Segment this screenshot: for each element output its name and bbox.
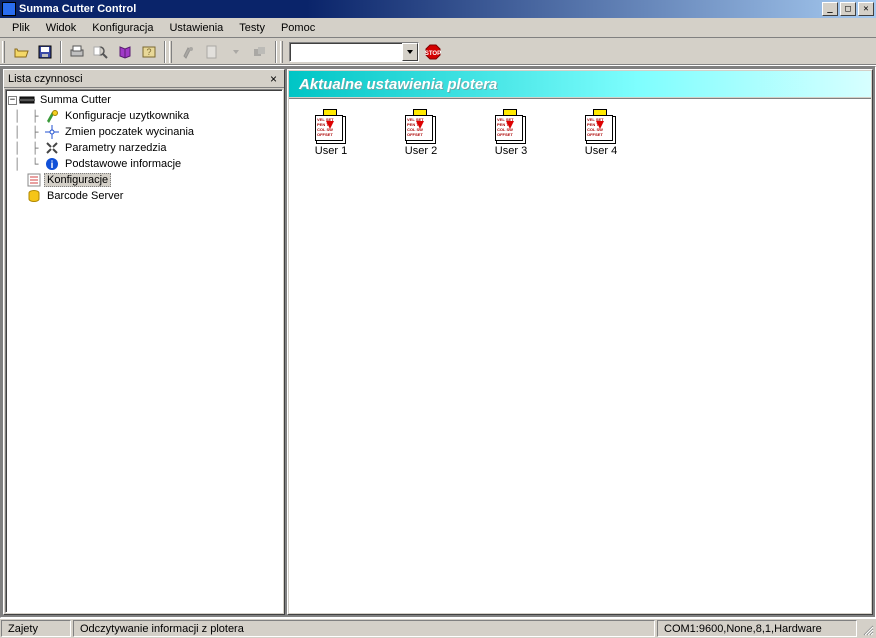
tree-child-2-label: Parametry narzedzia	[62, 141, 170, 155]
collapse-icon[interactable]: −	[8, 96, 17, 105]
status-message: Odczytywanie informacji z plotera	[73, 620, 655, 637]
svg-text:i: i	[51, 160, 54, 171]
app-icon	[2, 2, 16, 16]
left-panel: Lista czynnosci × − Summa Cutter │├ Konf…	[3, 69, 285, 615]
resize-grip-icon[interactable]	[858, 619, 876, 638]
tree-child-3-label: Podstawowe informacje	[62, 157, 184, 171]
user-item-1[interactable]: VEL SETPEN TYCOL SWOFFSET User 1	[301, 109, 361, 603]
tree-sibling-1-label: Barcode Server	[44, 189, 126, 203]
help-book-button[interactable]	[114, 41, 136, 63]
toolbar: ? STOP	[0, 38, 876, 66]
settings-list-icon	[26, 172, 42, 188]
user-label-2: User 2	[405, 145, 437, 157]
user-config-icon: VEL SETPEN TYCOL SWOFFSET	[315, 109, 347, 141]
title-bar: Summa Cutter Control _ □ ✕	[0, 0, 876, 18]
left-panel-title-bar: Lista czynnosci ×	[4, 70, 284, 88]
user-item-4[interactable]: VEL SETPEN TYCOL SWOFFSET User 4	[571, 109, 631, 603]
preview-button[interactable]	[90, 41, 112, 63]
save-button[interactable]	[34, 41, 56, 63]
toolbar-combo[interactable]	[289, 42, 419, 62]
minimize-button[interactable]: _	[822, 2, 838, 16]
status-port: COM1:9600,None,8,1,Hardware	[657, 620, 857, 637]
left-panel-close[interactable]: ×	[267, 72, 280, 86]
left-panel-title: Lista czynnosci	[8, 73, 267, 85]
svg-text:STOP: STOP	[425, 51, 441, 57]
user-item-3[interactable]: VEL SETPEN TYCOL SWOFFSET User 3	[481, 109, 541, 603]
menu-bar: Plik Widok Konfiguracja Ustawienia Testy…	[0, 18, 876, 38]
user-config-icon: VEL SETPEN TYCOL SWOFFSET	[495, 109, 527, 141]
user-label-1: User 1	[315, 145, 347, 157]
maximize-button[interactable]: □	[840, 2, 856, 16]
status-bar: Zajety Odczytywanie informacji z plotera…	[0, 618, 876, 638]
user-label-4: User 4	[585, 145, 617, 157]
user-item-2[interactable]: VEL SETPEN TYCOL SWOFFSET User 2	[391, 109, 451, 603]
tree-sibling-0-label: Konfiguracje	[44, 173, 111, 187]
about-button[interactable]: ?	[138, 41, 160, 63]
tree-child-2[interactable]: │├ Parametry narzedzia	[8, 140, 282, 156]
tree-root-label: Summa Cutter	[37, 93, 114, 107]
origin-icon	[44, 124, 60, 140]
open-button[interactable]	[10, 41, 32, 63]
menu-settings[interactable]: Ustawienia	[161, 20, 231, 36]
tool-button-3[interactable]	[249, 41, 271, 63]
tree-view[interactable]: − Summa Cutter │├ Konfiguracje uzytkowni…	[5, 89, 283, 613]
tree-sibling-1[interactable]: Barcode Server	[8, 188, 282, 204]
user-label-3: User 3	[495, 145, 527, 157]
barcode-server-icon	[26, 188, 42, 204]
user-config-icon: VEL SETPEN TYCOL SWOFFSET	[585, 109, 617, 141]
tree-child-1[interactable]: │├ Zmien poczatek wycinania	[8, 124, 282, 140]
menu-tests[interactable]: Testy	[231, 20, 273, 36]
menu-file[interactable]: Plik	[4, 20, 38, 36]
content-header: Aktualne ustawienia plotera	[289, 71, 871, 97]
right-panel: Aktualne ustawienia plotera VEL SETPEN T…	[287, 69, 873, 615]
tool-button-1[interactable]	[177, 41, 199, 63]
menu-help[interactable]: Pomoc	[273, 20, 323, 36]
cutter-icon	[19, 92, 35, 108]
content-body: VEL SETPEN TYCOL SWOFFSET User 1 VEL SET…	[289, 98, 871, 613]
menu-view[interactable]: Widok	[38, 20, 85, 36]
close-button[interactable]: ✕	[858, 2, 874, 16]
tools-icon	[44, 140, 60, 156]
tree-child-0-label: Konfiguracje uzytkownika	[62, 109, 192, 123]
tree-child-1-label: Zmien poczatek wycinania	[62, 125, 197, 139]
toolbar-grip-3	[280, 41, 283, 63]
tree-sibling-0[interactable]: Konfiguracje	[8, 172, 282, 188]
tool-dropdown-arrow[interactable]	[225, 41, 247, 63]
info-icon: i	[44, 156, 60, 172]
toolbar-grip-2	[169, 41, 172, 63]
window-title: Summa Cutter Control	[19, 3, 822, 15]
tree-child-0[interactable]: │├ Konfiguracje uzytkownika	[8, 108, 282, 124]
config-icon	[44, 108, 60, 124]
tree-child-3[interactable]: │└ i Podstawowe informacje	[8, 156, 282, 172]
svg-text:?: ?	[146, 47, 151, 57]
menu-config[interactable]: Konfiguracja	[84, 20, 161, 36]
user-config-icon: VEL SETPEN TYCOL SWOFFSET	[405, 109, 437, 141]
stop-button[interactable]: STOP	[422, 41, 444, 63]
print-button[interactable]	[66, 41, 88, 63]
status-state: Zajety	[1, 620, 71, 637]
tree-root[interactable]: − Summa Cutter	[8, 92, 282, 108]
toolbar-grip	[2, 41, 5, 63]
tool-button-2[interactable]	[201, 41, 223, 63]
client-area: Lista czynnosci × − Summa Cutter │├ Konf…	[0, 66, 876, 618]
